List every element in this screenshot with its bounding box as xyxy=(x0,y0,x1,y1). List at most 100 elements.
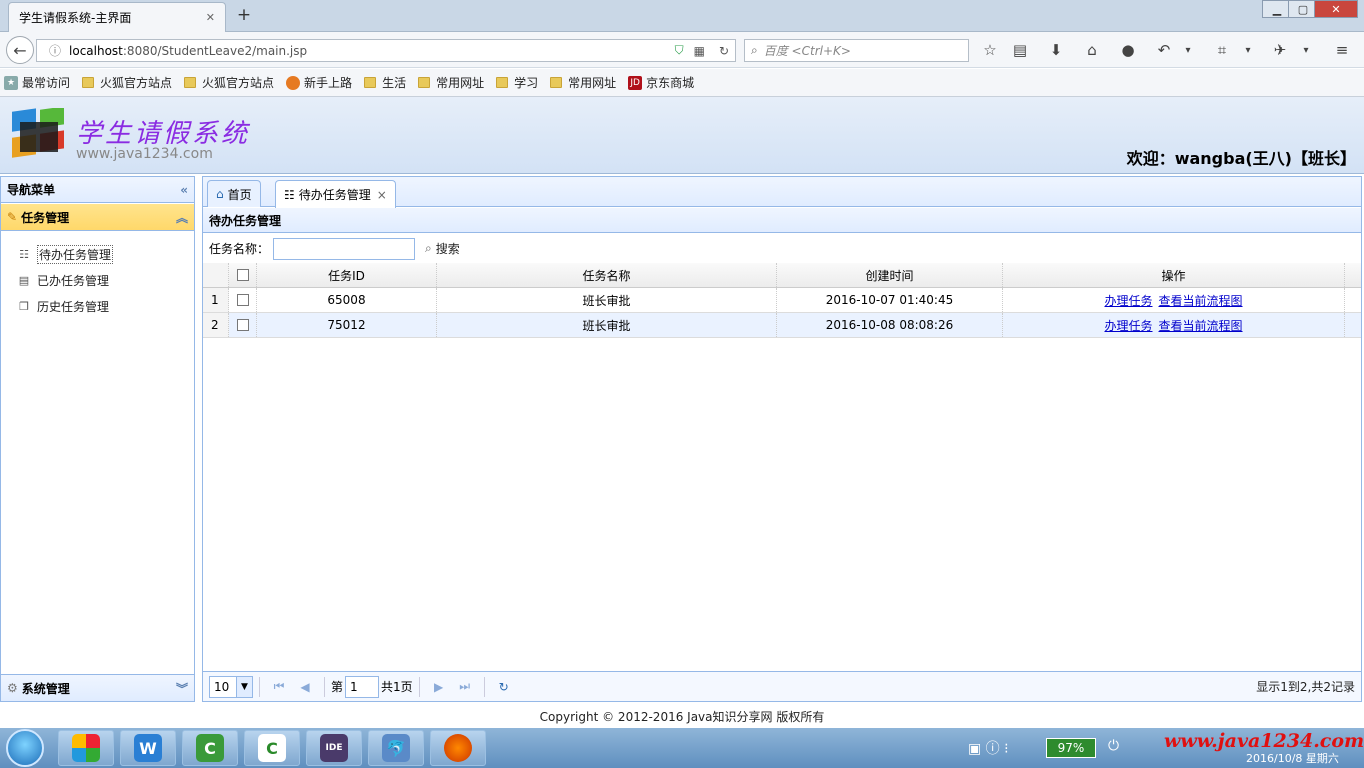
bookmark-item[interactable]: 火狐官方站点 xyxy=(184,74,274,91)
tab-todo-tasks[interactable]: ☷ 待办任务管理 × xyxy=(275,180,396,208)
last-page-icon[interactable]: ⏭ xyxy=(452,679,478,694)
panel-title: 待办任务管理 xyxy=(203,208,1361,233)
chevron-down-icon[interactable]: ▾ xyxy=(1294,40,1318,60)
first-page-icon[interactable]: ⏮ xyxy=(266,679,292,694)
task-name-input[interactable] xyxy=(273,237,416,260)
bookmark-item[interactable]: 学习 xyxy=(496,74,538,91)
bookmark-star-icon[interactable]: ☆ xyxy=(978,40,1002,60)
nav-item-history-tasks[interactable]: ❐ 历史任务管理 xyxy=(17,295,109,317)
bookmark-item[interactable]: 火狐官方站点 xyxy=(82,74,172,91)
bookmarks-bar: ★ 最常访问 火狐官方站点 火狐官方站点 新手上路 生活 常用网址 学习 常用网址… xyxy=(0,69,1364,97)
task-grid: 任务ID 任务名称 创建时间 操作 1 65008 班长审批 2016-10-0… xyxy=(203,263,1361,338)
expand-down-icon[interactable]: ︾ xyxy=(176,680,188,697)
shield-icon[interactable]: ⛉ xyxy=(675,43,684,58)
menu-icon[interactable]: ≡ xyxy=(1330,40,1354,60)
taskbar-app[interactable]: C xyxy=(182,730,238,766)
column-header[interactable]: 操作 xyxy=(1003,263,1345,287)
next-page-icon[interactable]: ▶ xyxy=(426,680,452,694)
accordion-task-management[interactable]: ✎ 任务管理 ︽ xyxy=(1,204,194,231)
extension-icon[interactable]: ✈ xyxy=(1268,40,1292,60)
close-icon[interactable]: × xyxy=(377,188,387,202)
close-window-icon[interactable]: ✕ xyxy=(1314,0,1358,18)
chevron-down-icon[interactable]: ▾ xyxy=(1236,40,1260,60)
page-size-select[interactable]: 10 ▼ xyxy=(209,675,253,698)
folder-icon xyxy=(82,77,95,88)
checklist-icon: ☷ xyxy=(284,187,295,202)
chevron-down-icon[interactable]: ▼ xyxy=(236,676,252,697)
select-all-checkbox[interactable] xyxy=(229,263,257,287)
bookmark-item[interactable]: JD 京东商城 xyxy=(628,74,694,91)
reading-list-icon[interactable]: ▤ xyxy=(1008,40,1032,60)
nav-header: 导航菜单 « xyxy=(1,177,194,203)
page-prefix: 第 xyxy=(331,680,344,694)
home-icon[interactable]: ⌂ xyxy=(1080,40,1104,60)
collapse-left-icon[interactable]: « xyxy=(180,183,188,197)
divider xyxy=(483,676,485,697)
home-icon: ⌂ xyxy=(216,187,224,201)
row-checkbox[interactable] xyxy=(229,288,257,312)
row-number: 2 xyxy=(203,313,229,337)
history-icon: ❐ xyxy=(19,299,29,313)
qr-code-icon[interactable]: ▦ xyxy=(694,44,705,58)
chevron-down-icon[interactable]: ▾ xyxy=(1176,40,1200,60)
page-number-input[interactable]: 1 xyxy=(345,675,380,698)
power-plug-icon[interactable]: ⏻ xyxy=(1108,738,1119,754)
firefox-icon xyxy=(444,734,472,762)
nav-item-todo-tasks[interactable]: ☷ 待办任务管理 xyxy=(17,243,114,265)
collapse-up-icon[interactable]: ︽ xyxy=(176,209,188,226)
row-checkbox[interactable] xyxy=(229,313,257,337)
start-button[interactable] xyxy=(6,729,44,767)
handle-task-link[interactable]: 办理任务 xyxy=(1104,317,1152,334)
undo-icon[interactable]: ↶ xyxy=(1152,40,1176,60)
chat-icon[interactable]: ● xyxy=(1116,40,1140,60)
info-icon[interactable]: ⓘ xyxy=(49,42,61,59)
bookmark-item[interactable]: 生活 xyxy=(364,74,406,91)
taskbar-app[interactable] xyxy=(58,730,114,766)
column-header[interactable]: 任务ID xyxy=(257,263,437,287)
table-row[interactable]: 2 75012 班长审批 2016-10-08 08:08:26 办理任务 查看… xyxy=(203,313,1361,338)
table-row[interactable]: 1 65008 班长审批 2016-10-07 01:40:45 办理任务 查看… xyxy=(203,288,1361,313)
taskbar-app[interactable]: 🐬 xyxy=(368,730,424,766)
wps-icon: W xyxy=(134,734,162,762)
taskbar-app[interactable]: IDE xyxy=(306,730,362,766)
taskbar-app[interactable] xyxy=(430,730,486,766)
view-flowchart-link[interactable]: 查看当前流程图 xyxy=(1159,317,1243,334)
search-button[interactable]: ⌕ 搜索 xyxy=(425,240,460,257)
bookmark-item[interactable]: 新手上路 xyxy=(286,74,352,91)
prev-page-icon[interactable]: ◀ xyxy=(292,680,318,694)
bookmark-item[interactable]: 常用网址 xyxy=(418,74,484,91)
app-icon xyxy=(72,734,100,762)
page-total: 共1页 xyxy=(381,680,413,694)
column-header[interactable]: 任务名称 xyxy=(437,263,777,287)
edit-icon: ✎ xyxy=(7,210,18,224)
taskbar-app[interactable]: C xyxy=(244,730,300,766)
bookmark-item[interactable]: 常用网址 xyxy=(550,74,616,91)
reload-icon[interactable]: ↻ xyxy=(719,44,729,58)
view-flowchart-link[interactable]: 查看当前流程图 xyxy=(1159,292,1243,309)
accordion-title: 系统管理 xyxy=(21,681,70,696)
row-number: 1 xyxy=(203,288,229,312)
handle-task-link[interactable]: 办理任务 xyxy=(1104,292,1152,309)
back-arrow-icon[interactable]: ← xyxy=(6,36,34,64)
task-created-time: 2016-10-07 01:40:45 xyxy=(777,288,1003,312)
nav-item-done-tasks[interactable]: ▤ 已办任务管理 xyxy=(17,269,109,291)
folder-icon xyxy=(418,77,431,88)
url-bar[interactable]: ⓘ localhost:8080/StudentLeave2/main.jsp … xyxy=(36,39,736,62)
tab-home[interactable]: ⌂ 首页 xyxy=(207,180,261,207)
divider xyxy=(418,676,420,697)
refresh-icon[interactable]: ↻ xyxy=(491,680,517,694)
browser-tab[interactable]: 学生请假系统-主界面 ✕ xyxy=(8,2,226,32)
search-bar[interactable]: ⌕ 百度 <Ctrl+K> xyxy=(744,39,969,62)
taskbar-app[interactable]: W xyxy=(120,730,176,766)
accordion-system-management[interactable]: ⚙ 系统管理 ︾ xyxy=(1,674,194,701)
system-clock[interactable]: 2016/10/8 星期六 xyxy=(1246,750,1339,766)
task-name: 班长审批 xyxy=(437,313,777,337)
crop-icon[interactable]: ⌗ xyxy=(1210,40,1234,60)
tray-icons[interactable]: ▣ ⓘ ⁝ xyxy=(968,738,1009,758)
bookmark-item[interactable]: ★ 最常访问 xyxy=(4,74,70,91)
battery-indicator[interactable]: 97% xyxy=(1046,738,1096,758)
download-icon[interactable]: ⬇ xyxy=(1044,40,1068,60)
close-tab-icon[interactable]: ✕ xyxy=(206,11,215,24)
new-tab-button[interactable]: + xyxy=(234,5,254,25)
column-header[interactable]: 创建时间 xyxy=(777,263,1003,287)
